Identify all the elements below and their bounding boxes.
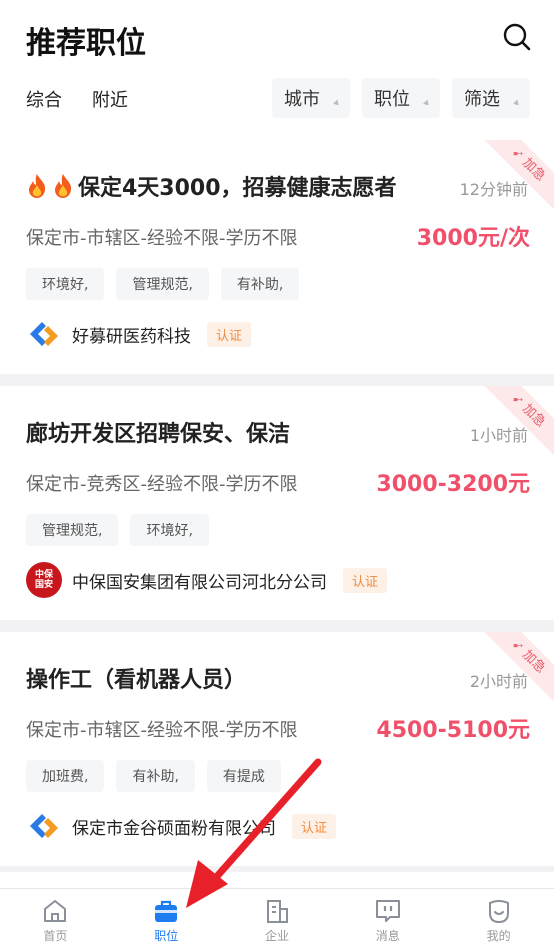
page-title: 推荐职位 — [26, 26, 146, 61]
company-logo: 中保国安 — [26, 562, 62, 598]
home-icon — [44, 900, 67, 922]
fire-icon — [29, 174, 46, 198]
job-title-text: 保定4天3000，招募健康志愿者 — [78, 176, 397, 201]
verified-badge: 认证 — [343, 567, 388, 593]
tab-label: 我的 — [486, 929, 511, 943]
position-filter[interactable]: 职位 — [362, 78, 440, 118]
company-logo — [30, 814, 58, 838]
tab-comprehensive[interactable]: 综合 — [26, 86, 62, 112]
message-icon — [375, 900, 400, 922]
tab-home[interactable]: 首页 — [0, 889, 111, 947]
job-meta: 保定市-市辖区-经验不限-学历不限 — [26, 720, 298, 741]
tag-list: 加班费, 有补助, 有提成 — [26, 760, 281, 792]
tag-list: 管理规范, 环境好, — [26, 514, 209, 546]
job-card[interactable]: ➹ 加急 保定4天3000，招募健康志愿者 12分钟前 保定市-市辖区-经验不限… — [0, 140, 554, 374]
verified-badge: 认证 — [292, 813, 337, 839]
job-title: 廊坊开发区招聘保安、保洁 — [26, 422, 291, 447]
job-title: 保定4天3000，招募健康志愿者 — [26, 170, 397, 202]
tab-label: 消息 — [375, 929, 400, 943]
tag: 加班费, — [26, 760, 105, 792]
briefcase-icon — [155, 900, 178, 922]
tab-label: 职位 — [154, 929, 179, 943]
salary: 3000元/次 — [416, 226, 530, 251]
tag: 有补助, — [116, 760, 195, 792]
tag: 管理规范, — [26, 514, 119, 546]
post-time: 12分钟前 — [459, 180, 528, 199]
dropdown-triangle-icon — [513, 99, 521, 108]
tab-messages[interactable]: 消息 — [332, 889, 443, 947]
company-row[interactable]: 好募研医药科技 认证 — [26, 316, 252, 352]
company-logo-text: 中保国安 — [34, 570, 53, 590]
job-meta: 保定市-竞秀区-经验不限-学历不限 — [26, 474, 298, 495]
dropdown-triangle-icon — [333, 99, 341, 108]
fire-icon — [55, 174, 72, 198]
company-name: 好募研医药科技 — [72, 326, 191, 347]
bottom-tab-bar: 首页 职位 企业 消息 我的 — [0, 888, 554, 947]
salary: 3000-3200元 — [376, 472, 530, 497]
job-card[interactable]: ➹ 加急 操作工（看机器人员） 2小时前 保定市-市辖区-经验不限-学历不限 4… — [0, 632, 554, 866]
tab-nearby[interactable]: 附近 — [92, 86, 128, 112]
job-card[interactable]: ➹ 加急 廊坊开发区招聘保安、保洁 1小时前 保定市-竞秀区-经验不限-学历不限… — [0, 386, 554, 620]
verified-badge: 认证 — [207, 321, 252, 347]
tag: 环境好, — [26, 268, 105, 300]
job-title: 操作工（看机器人员） — [26, 668, 247, 693]
tag: 环境好, — [130, 514, 209, 546]
company-logo — [30, 322, 58, 346]
tab-label: 首页 — [43, 929, 68, 943]
tag: 有提成 — [206, 760, 281, 792]
building-icon — [266, 900, 288, 923]
tag: 有补助, — [220, 268, 300, 300]
dropdown-triangle-icon — [423, 99, 431, 108]
company-row[interactable]: 保定市金谷硕面粉有限公司 认证 — [26, 808, 337, 844]
post-time: 2小时前 — [469, 672, 528, 691]
tab-profile[interactable]: 我的 — [443, 889, 554, 947]
screen-filter-label: 筛选 — [464, 89, 500, 110]
tab-jobs[interactable]: 职位 — [111, 889, 222, 947]
city-filter[interactable]: 城市 — [272, 78, 350, 118]
job-meta: 保定市-市辖区-经验不限-学历不限 — [26, 228, 298, 249]
tag: 管理规范, — [116, 268, 209, 300]
post-time: 1小时前 — [469, 426, 528, 445]
company-name: 保定市金谷硕面粉有限公司 — [72, 818, 276, 839]
tab-label: 企业 — [264, 929, 289, 943]
company-name: 中保国安集团有限公司河北分公司 — [72, 572, 327, 593]
salary: 4500-5100元 — [376, 718, 530, 743]
position-filter-label: 职位 — [374, 89, 410, 110]
tag-list: 环境好, 管理规范, 有补助, — [26, 268, 300, 300]
profile-icon — [488, 900, 509, 924]
company-row[interactable]: 中保国安 中保国安集团有限公司河北分公司 认证 — [26, 562, 388, 598]
search-icon[interactable] — [502, 22, 532, 52]
screen-filter[interactable]: 筛选 — [452, 78, 530, 118]
tab-company[interactable]: 企业 — [222, 889, 333, 947]
header: 推荐职位 综合 附近 城市 职位 筛选 — [0, 0, 554, 140]
city-filter-label: 城市 — [284, 89, 320, 110]
